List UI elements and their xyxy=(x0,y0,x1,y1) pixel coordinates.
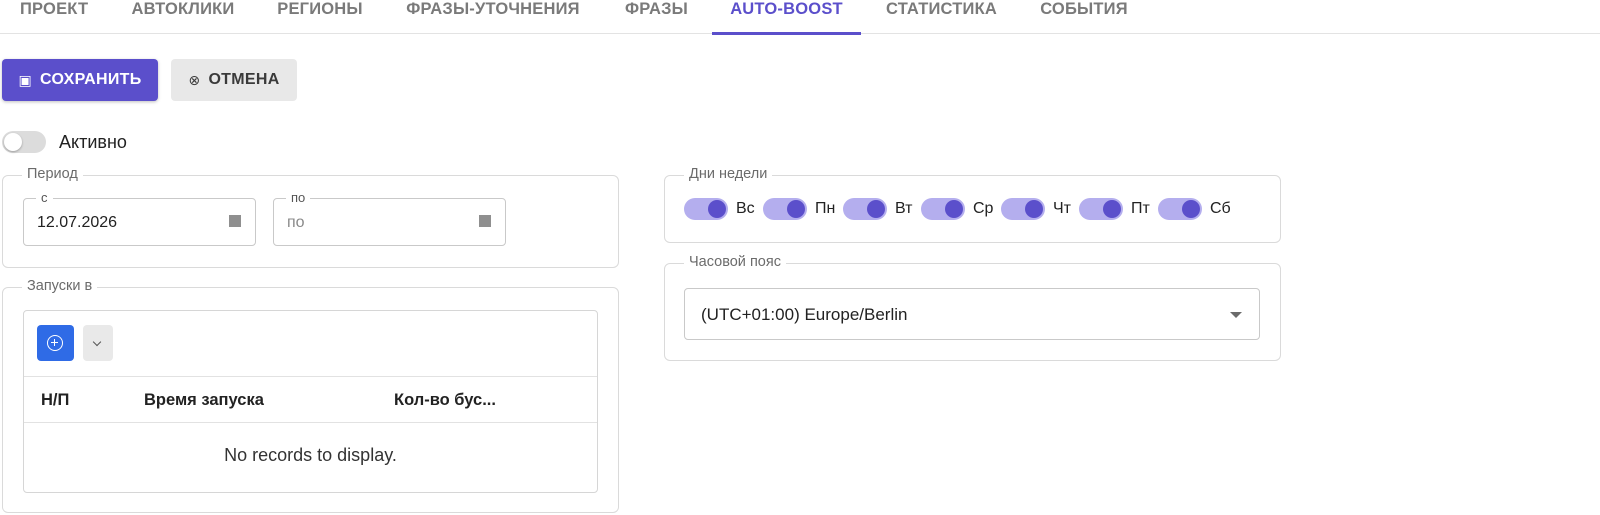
toggle-knob xyxy=(1182,200,1200,218)
save-button-label: СОХРАНИТЬ xyxy=(40,71,142,88)
day-toggle-mon[interactable] xyxy=(763,198,807,220)
toggle-knob xyxy=(787,200,805,218)
tab-autoclicks[interactable]: АВТОКЛИКИ xyxy=(130,0,236,34)
day-label-fri: Пт xyxy=(1131,200,1150,217)
date-from-label: с xyxy=(36,190,53,205)
day-label-wed: Ср xyxy=(973,200,994,217)
toggle-knob xyxy=(945,200,963,218)
toggle-knob xyxy=(867,200,885,218)
calendar-icon[interactable] xyxy=(479,215,491,227)
day-toggle-fri[interactable] xyxy=(1079,198,1123,220)
cancel-icon: ⊗ xyxy=(188,71,201,88)
toggle-knob xyxy=(708,200,726,218)
day-toggle-tue[interactable] xyxy=(843,198,887,220)
day-toggle-sat[interactable] xyxy=(1158,198,1202,220)
toggle-knob xyxy=(1103,200,1121,218)
weekdays-legend: Дни недели xyxy=(684,166,773,182)
table-header: Н/П Время запуска Кол-во бус... xyxy=(24,376,597,423)
tab-regions[interactable]: РЕГИОНЫ xyxy=(277,0,363,34)
calendar-icon[interactable] xyxy=(229,215,241,227)
timezone-select[interactable]: (UTC+01:00) Europe/Berlin xyxy=(684,288,1260,340)
timezone-legend: Часовой пояс xyxy=(684,254,786,270)
active-toggle-label: Активно xyxy=(59,132,127,152)
day-toggle-sun[interactable] xyxy=(684,198,728,220)
day-label-mon: Пн xyxy=(815,200,836,217)
timezone-value: (UTC+01:00) Europe/Berlin xyxy=(701,305,908,324)
save-icon: ▣ xyxy=(18,71,32,88)
plus-circle-icon xyxy=(47,335,63,351)
date-to-placeholder: по xyxy=(287,214,305,231)
period-legend: Период xyxy=(22,166,83,182)
toggle-knob xyxy=(1025,200,1043,218)
dropdown-arrow-icon xyxy=(1230,312,1242,318)
tab-events[interactable]: СОБЫТИЯ xyxy=(1039,0,1129,34)
date-to-field[interactable]: по по xyxy=(273,190,506,246)
tab-auto-boost[interactable]: AUTO-BOOST xyxy=(712,0,861,35)
add-launch-button[interactable] xyxy=(37,325,74,361)
tab-statistics[interactable]: СТАТИСТИКА xyxy=(885,0,998,34)
column-header-number[interactable]: Н/П xyxy=(41,391,69,410)
column-header-launch-time[interactable]: Время запуска xyxy=(144,391,264,410)
day-toggle-wed[interactable] xyxy=(921,198,965,220)
toggle-knob xyxy=(4,133,22,151)
day-toggle-thu[interactable] xyxy=(1001,198,1045,220)
chevron-down-icon xyxy=(92,337,102,347)
period-group: Период с 12.07.2026 по по xyxy=(2,166,619,268)
empty-table-message: No records to display. xyxy=(224,445,397,465)
day-label-tue: Вт xyxy=(895,200,913,217)
tab-bar: ПРОЕКТ АВТОКЛИКИ РЕГИОНЫ ФРАЗЫ-УТОЧНЕНИЯ… xyxy=(0,0,1600,35)
launches-legend: Запуски в xyxy=(22,278,98,294)
save-button[interactable]: ▣ СОХРАНИТЬ xyxy=(2,59,158,101)
cancel-button[interactable]: ⊗ ОТМЕНА xyxy=(171,59,297,101)
column-header-boost-count[interactable]: Кол-во бус... xyxy=(394,391,496,410)
table-menu-button[interactable] xyxy=(83,325,113,361)
date-from-field[interactable]: с 12.07.2026 xyxy=(23,190,256,246)
day-label-thu: Чт xyxy=(1053,200,1071,217)
cancel-button-label: ОТМЕНА xyxy=(208,71,280,88)
launches-table: Н/П Время запуска Кол-во бус... No recor… xyxy=(23,310,598,493)
date-from-value: 12.07.2026 xyxy=(37,214,118,231)
active-toggle[interactable] xyxy=(2,131,46,153)
tab-phrase-refinements[interactable]: ФРАЗЫ-УТОЧНЕНИЯ xyxy=(405,0,581,34)
date-to-label: по xyxy=(286,190,311,205)
tab-project[interactable]: ПРОЕКТ xyxy=(20,0,88,34)
day-label-sat: Сб xyxy=(1210,200,1231,217)
day-label-sun: Вс xyxy=(736,200,755,217)
tab-phrases[interactable]: ФРАЗЫ xyxy=(624,0,689,34)
